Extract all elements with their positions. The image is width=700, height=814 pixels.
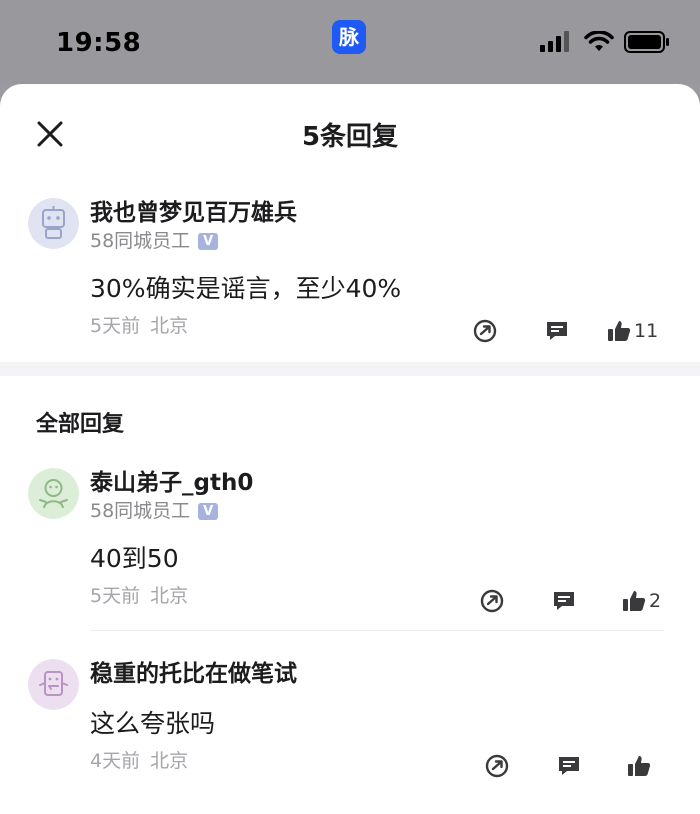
battery-icon [624, 31, 669, 53]
comment-time: 5天前 [90, 315, 141, 337]
character-avatar-icon [28, 659, 79, 710]
like-count: 2 [649, 590, 662, 612]
like-count: 11 [634, 320, 659, 342]
company-label: 58同城员工 [90, 230, 191, 252]
comment-actions: 11 [464, 312, 664, 352]
author-name[interactable]: 我也曾梦见百万雄兵 [90, 198, 664, 228]
share-button[interactable] [472, 316, 498, 346]
comment-actions [484, 747, 654, 787]
comment-location: 北京 [150, 585, 189, 607]
verified-badge: V [198, 232, 219, 250]
section-divider [0, 362, 700, 376]
avatar[interactable] [28, 198, 79, 249]
share-icon [473, 319, 497, 343]
comment-icon [547, 322, 567, 340]
author-company: 58同城员工 V [90, 228, 664, 254]
reply-button[interactable] [544, 316, 570, 346]
reply-divider [90, 630, 664, 631]
comment-icon [554, 592, 574, 610]
comment-text: 40到50 [90, 544, 179, 573]
comment-time: 4天前 [90, 750, 141, 772]
share-button[interactable] [479, 586, 505, 616]
share-icon [485, 754, 509, 778]
reply-button[interactable] [551, 586, 577, 616]
sheet-title: 5条回复 [301, 122, 399, 152]
like-button[interactable]: 2 [621, 586, 661, 616]
company-label: 58同城员工 [90, 500, 191, 522]
status-time: 19:58 [56, 28, 142, 58]
comment-location: 北京 [150, 750, 189, 772]
share-icon [480, 589, 504, 613]
reply-item: 泰山弟子_gth0 58同城员工 V 40到50 5天前 北京 2 [0, 468, 700, 622]
avatar[interactable] [28, 659, 79, 710]
status-bar: 19:58 脉 [0, 0, 700, 84]
thumbs-up-icon [628, 756, 651, 776]
like-button[interactable] [626, 751, 652, 781]
comment-time: 5天前 [90, 585, 141, 607]
replies-sheet: 5条回复 我也曾梦见百万雄兵 58同城员工 V 30%确实是谣言，至少40% 5… [0, 84, 700, 814]
share-button[interactable] [484, 751, 510, 781]
comment-text: 这么夸张吗 [90, 709, 216, 738]
author-company: 58同城员工 V [90, 498, 664, 524]
verified-badge: V [198, 502, 219, 520]
comment-meta: 4天前 北京 [90, 747, 664, 787]
character-avatar-icon [28, 468, 79, 519]
main-comment: 我也曾梦见百万雄兵 58同城员工 V 30%确实是谣言，至少40% 5天前北京 [0, 198, 700, 352]
reply-item: 稳重的托比在做笔试 这么夸张吗 4天前 北京 [0, 659, 700, 787]
comment-location: 北京 [150, 315, 189, 337]
comment-meta: 5天前 北京 [90, 582, 664, 622]
comment-icon [559, 757, 579, 775]
avatar[interactable] [28, 468, 79, 519]
comment-actions: 2 [479, 582, 664, 622]
section-title: 全部回复 [36, 412, 125, 437]
cellular-signal-icon [540, 31, 569, 52]
sheet-header: 5条回复 [0, 84, 700, 180]
comment-text: 30%确实是谣言，至少40% [90, 274, 402, 303]
reply-button[interactable] [556, 751, 582, 781]
thumbs-up-icon [623, 591, 646, 611]
author-name[interactable]: 稳重的托比在做笔试 [90, 659, 664, 689]
thumbs-up-icon [608, 321, 631, 341]
author-name[interactable]: 泰山弟子_gth0 [90, 468, 664, 498]
like-button[interactable]: 11 [606, 316, 658, 346]
app-badge: 脉 [332, 20, 366, 54]
robot-avatar-icon [28, 198, 79, 249]
wifi-icon [584, 31, 614, 51]
comment-meta: 5天前 北京 [90, 312, 664, 352]
